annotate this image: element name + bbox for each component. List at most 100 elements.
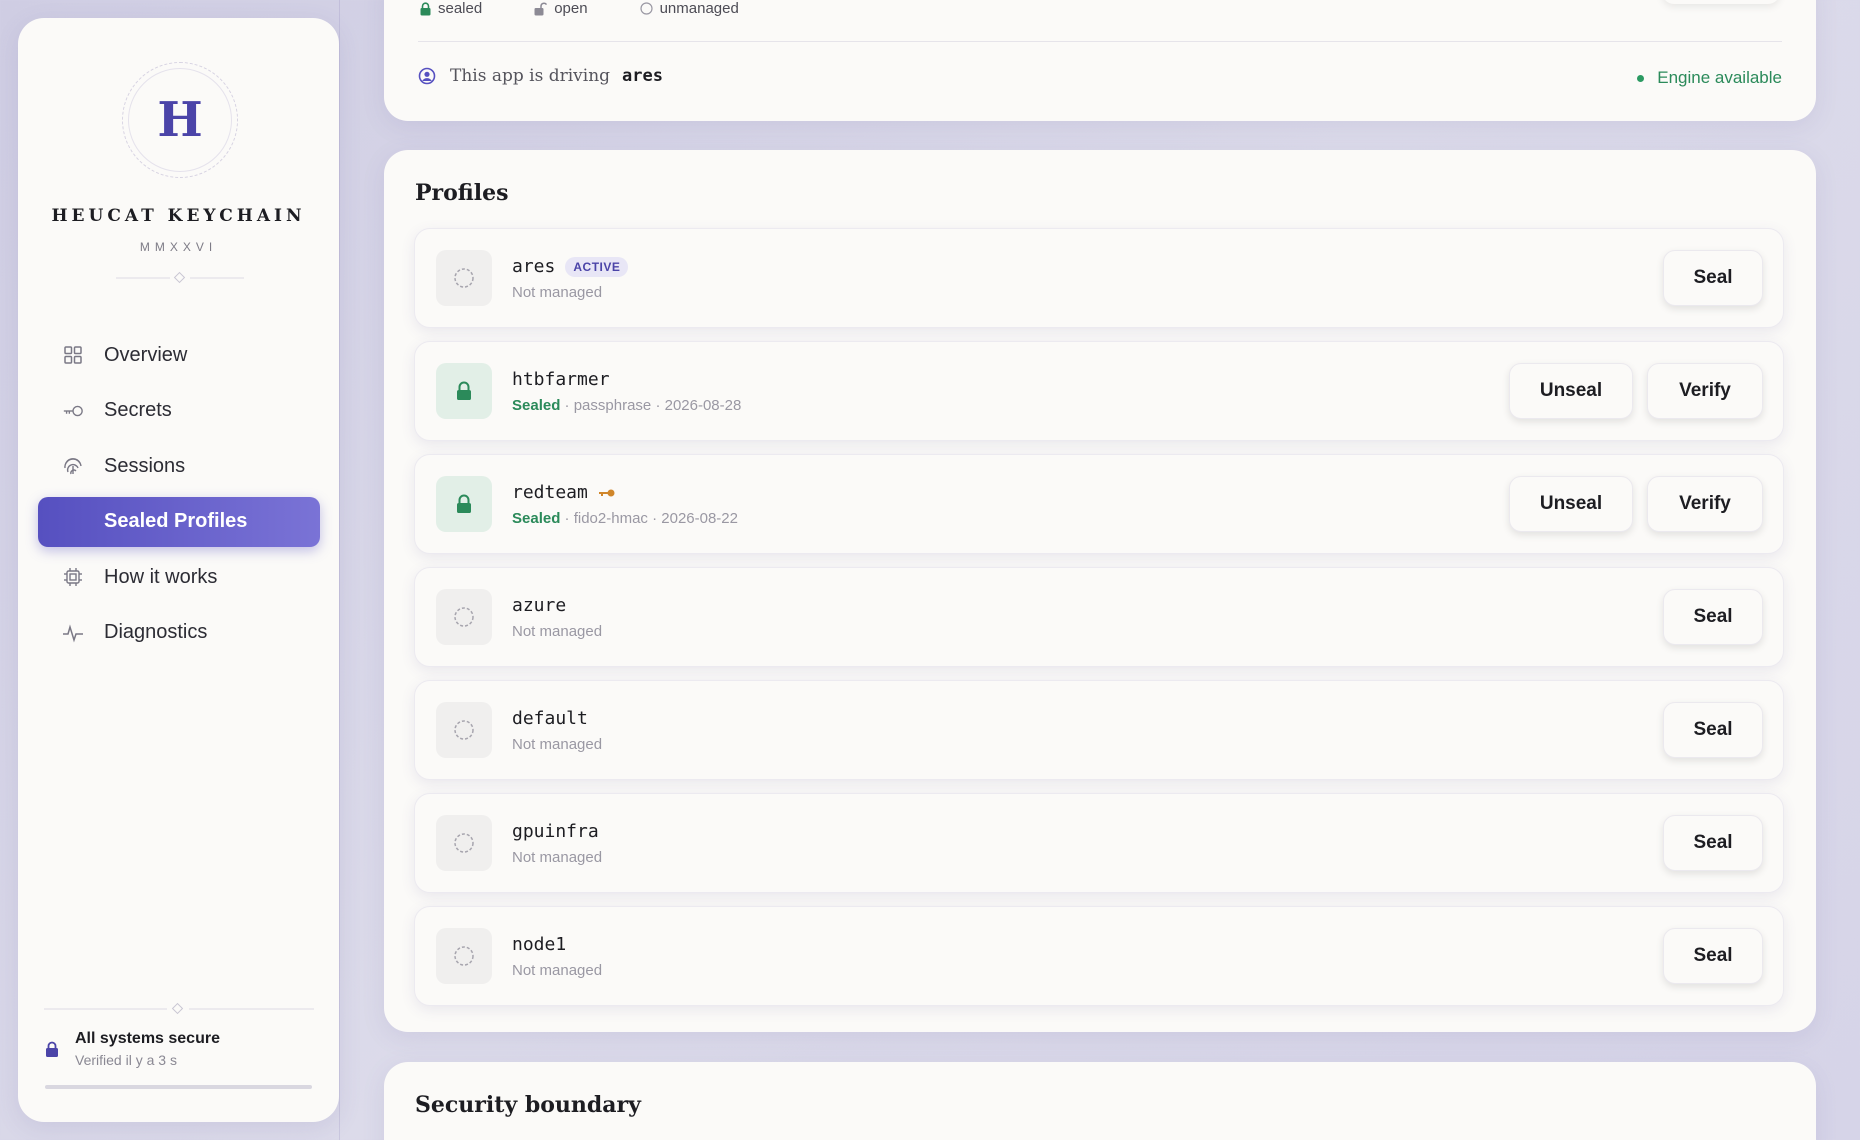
sidebar-item-label: Diagnostics [104,621,208,643]
profile-name-text: default [512,708,588,729]
pulse-icon [62,622,84,644]
seal-method: · fido2-hmac [564,510,648,527]
profile-name: default [512,708,588,729]
profile-name-text: ares [512,256,556,277]
engine-status: Engine available [1637,68,1782,88]
sidebar-item-label: Secrets [104,399,172,421]
profile-name: htbfarmer [512,369,610,390]
profile-row: default Not managed Seal [414,680,1784,780]
profile-status-icon [436,815,492,871]
profile-name: azure [512,595,566,616]
driving-info: This app is driving ares [418,66,663,86]
profile-row: htbfarmer Sealed · passphrase · 2026-08-… [414,341,1784,441]
chip-icon [62,566,84,588]
sealed-status: Sealed [512,397,561,414]
status-subtitle: Verified il y a 3 s [75,1052,177,1068]
circle-icon [454,946,474,966]
seal-button[interactable]: Seal [1663,589,1763,645]
profile-row: azure Not managed Seal [414,567,1784,667]
sealed-status: Sealed [512,510,561,527]
profile-name: redteam [512,482,616,503]
profile-row: ares ACTIVE Not managed Seal [414,228,1784,328]
profile-status-icon [436,363,492,419]
profile-name-text: azure [512,595,567,616]
sidebar-item-label: Sealed Profiles [104,510,248,532]
driving-label: This app is driving [450,66,611,86]
unseal-button[interactable]: Unseal [1509,363,1633,419]
sidebar-divider [339,0,340,1140]
divider [418,41,1782,42]
seal-button[interactable]: Seal [1663,702,1763,758]
logo-letter: H [128,68,232,172]
fingerprint-icon [62,455,84,477]
sidebar-item-overview[interactable]: Overview [38,330,320,380]
circle-icon [454,607,474,627]
seal-button[interactable]: Seal [1663,250,1763,306]
legend-label: unmanaged [659,0,739,17]
grid-icon [62,344,84,366]
engine-status-label: Engine available [1657,68,1782,87]
circle-icon [639,2,653,15]
brand-name: HEUCAT KEYCHAIN [51,206,306,226]
profile-row: gpuinfra Not managed Seal [414,793,1784,893]
logo: H [122,62,238,178]
profile-status: Not managed [512,623,603,640]
seal-date: · 2026-08-28 [655,397,742,414]
unseal-button[interactable]: Unseal [1509,476,1633,532]
profiles-card: Profiles ares ACTIVE Not managed Seal ht… [384,150,1816,1032]
sidebar-item-how-it-works[interactable]: How it works [38,552,320,602]
driving-profile: ares [622,66,663,86]
profile-status-icon [436,589,492,645]
sidebar-item-label: Overview [104,343,188,366]
ornament-divider [116,271,244,284]
seal-date: · 2026-08-22 [652,510,738,527]
profile-name-text: redteam [512,482,588,503]
circle-icon [454,720,474,740]
verify-button[interactable]: Verify [1647,476,1763,532]
profile-name-text: gpuinfra [512,821,599,842]
status-title: All systems secure [75,1030,220,1047]
legend-label: sealed [438,0,483,17]
top-action-button[interactable] [1662,0,1780,4]
seal-button[interactable]: Seal [1663,815,1763,871]
profile-status: Not managed [512,962,603,979]
sidebar-item-sealed-profiles[interactable]: Sealed Profiles [38,496,320,547]
profile-name-text: htbfarmer [512,369,610,390]
legend-sealed: sealed [420,0,482,17]
profile-status: Not managed [512,849,603,866]
sidebar-item-label: How it works [104,565,218,588]
profile-status: Sealed · fido2-hmac · 2026-08-22 [512,510,738,527]
profile-name: node1 [512,934,566,955]
status-dot [1637,74,1645,82]
lock-icon [457,494,471,513]
legend-open: open [534,0,588,17]
profile-status-icon [436,250,492,306]
seal-button[interactable]: Seal [1663,928,1763,984]
sidebar-item-diagnostics[interactable]: Diagnostics [38,608,320,658]
seal-method: · passphrase [564,397,652,414]
profile-status-icon [436,476,492,532]
sidebar-nav: Overview Secrets Sessions Sealed Profile… [38,330,320,663]
lock-icon [420,1,431,15]
sidebar-item-secrets[interactable]: Secrets [38,386,320,436]
profile-name: gpuinfra [512,821,599,842]
status-legend: sealed open unmanaged [420,0,791,17]
lock-icon [45,1041,59,1063]
status-progress-bar [45,1085,312,1089]
legend-unmanaged: unmanaged [639,0,739,17]
verify-button[interactable]: Verify [1647,363,1763,419]
profile-name: ares ACTIVE [512,256,629,277]
brand-subtitle: MMXXVI [139,240,218,254]
circle-icon [454,268,474,288]
sidebar-item-sessions[interactable]: Sessions [38,441,320,491]
profile-status: Not managed [512,284,603,301]
user-circle-icon [418,67,436,85]
profiles-title: Profiles [415,180,509,206]
profile-status-icon [436,702,492,758]
lock-icon [457,381,471,400]
key-icon [62,400,84,422]
profile-name-text: node1 [512,934,567,955]
unlock-icon [534,2,548,15]
footer-ornament [44,1002,314,1015]
security-title: Security boundary [415,1092,641,1118]
